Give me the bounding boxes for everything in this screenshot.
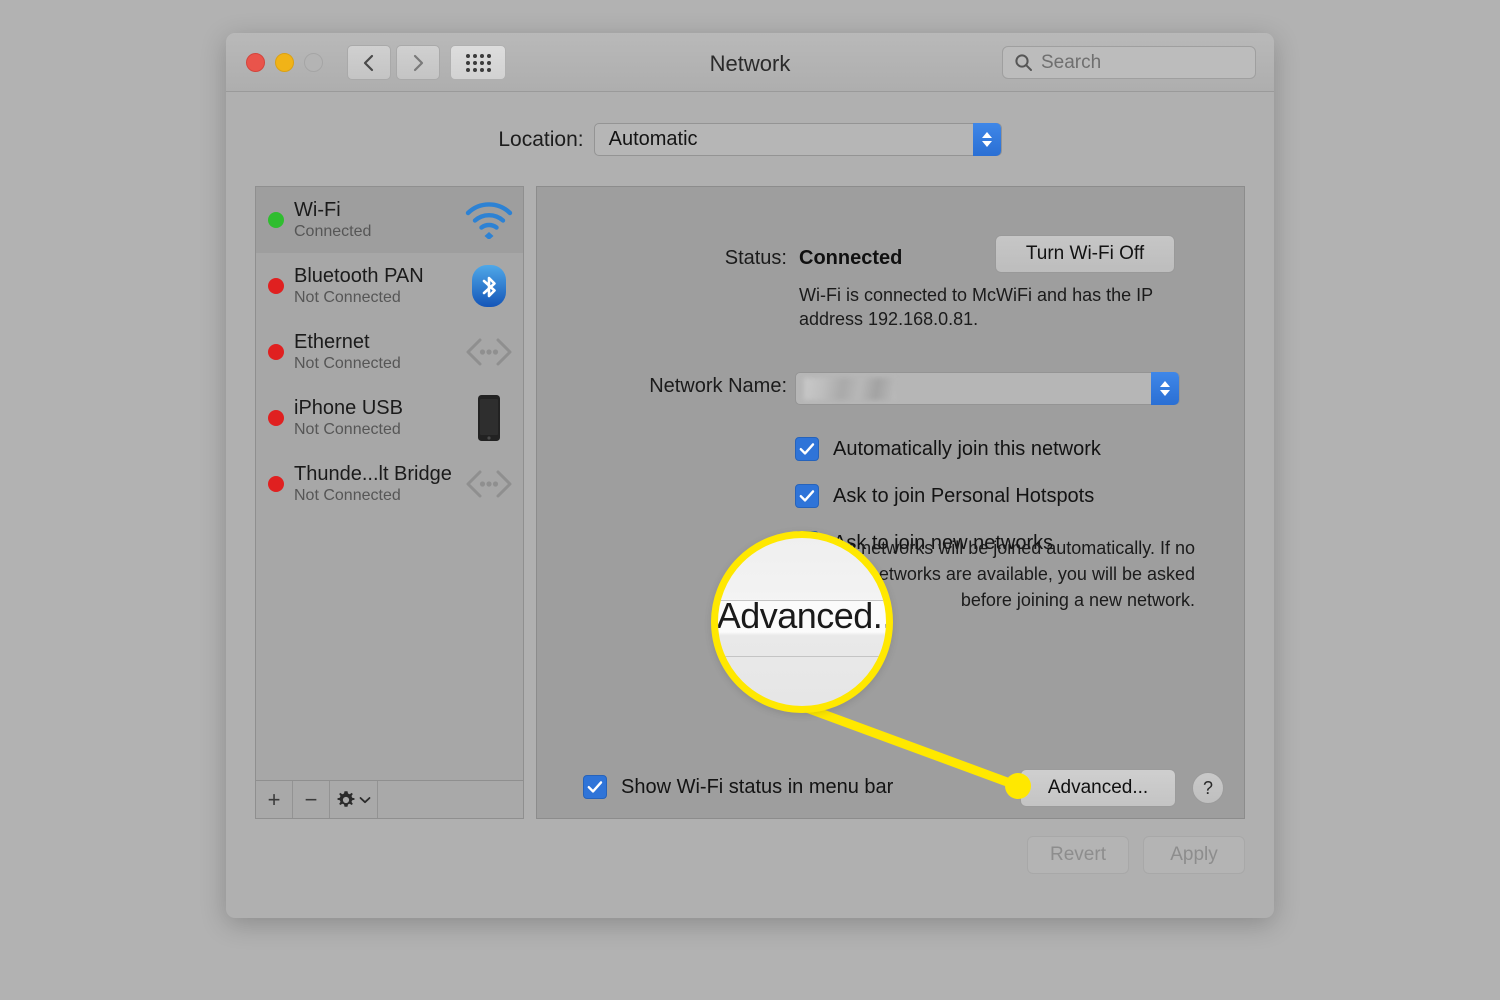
checkbox-label: Automatically join this network — [833, 437, 1101, 460]
turn-wifi-off-button[interactable]: Turn Wi-Fi Off — [995, 235, 1175, 273]
network-name-dropdown[interactable] — [795, 372, 1180, 405]
checkbox-box — [583, 775, 607, 799]
checkbox-auto-join[interactable]: Automatically join this network — [795, 437, 1101, 461]
apply-button[interactable]: Apply — [1143, 836, 1245, 874]
search-placeholder: Search — [1041, 51, 1102, 73]
service-actions-button[interactable] — [330, 781, 378, 818]
network-services-list: Wi-Fi Connected Bluetooth PAN Not Connec… — [256, 187, 523, 780]
window-footer-buttons: Revert Apply — [1027, 836, 1245, 874]
status-indicator-dot — [268, 344, 284, 360]
checkmark-icon — [799, 490, 815, 502]
revert-button[interactable]: Revert — [1027, 836, 1129, 874]
advanced-button[interactable]: Advanced... — [1020, 769, 1176, 807]
service-state: Not Connected — [294, 288, 401, 306]
wifi-detail-panel: Status: Connected Turn Wi-Fi Off Wi-Fi i… — [536, 186, 1245, 819]
checkmark-icon — [587, 781, 603, 793]
checkbox-menu-bar-status[interactable]: Show Wi-Fi status in menu bar — [583, 775, 893, 799]
status-indicator-dot — [268, 410, 284, 426]
status-indicator-dot — [268, 476, 284, 492]
service-state: Connected — [294, 222, 372, 240]
remove-service-button[interactable]: − — [293, 781, 330, 818]
checkmark-icon — [799, 443, 815, 455]
screenshot-stage: Network Search Location: Automatic Wi-Fi… — [0, 0, 1500, 1000]
service-name: Wi-Fi — [294, 198, 341, 221]
status-description: Wi-Fi is connected to McWiFi and has the… — [799, 285, 1153, 330]
location-dropdown[interactable]: Automatic — [593, 123, 1002, 156]
status-label: Status: — [724, 247, 787, 269]
location-row: Location: Automatic — [226, 123, 1274, 156]
service-state: Not Connected — [294, 354, 401, 372]
sidebar-item-bluetooth-pan[interactable]: Bluetooth PAN Not Connected — [256, 253, 523, 319]
sidebar-item-wifi[interactable]: Wi-Fi Connected — [256, 187, 523, 253]
ethernet-icon — [461, 467, 517, 501]
service-name: Ethernet — [294, 330, 370, 353]
network-name-redacted-value — [804, 378, 896, 400]
service-state: Not Connected — [294, 486, 401, 504]
network-name-stepper-arrows[interactable] — [1151, 372, 1179, 405]
status-value: Connected — [799, 247, 903, 269]
wifi-icon — [461, 201, 517, 239]
ethernet-icon — [461, 335, 517, 369]
checkbox-box — [795, 437, 819, 461]
iphone-icon — [461, 393, 517, 443]
network-preferences-window: Network Search Location: Automatic Wi-Fi… — [226, 33, 1274, 918]
sidebar-item-ethernet[interactable]: Ethernet Not Connected — [256, 319, 523, 385]
bluetooth-icon — [461, 263, 517, 309]
location-stepper-arrows[interactable] — [972, 123, 1001, 156]
service-name: Thunde...lt Bridge — [294, 462, 452, 485]
service-state: Not Connected — [294, 420, 401, 438]
checkbox-personal-hotspots[interactable]: Ask to join Personal Hotspots — [795, 484, 1094, 508]
gear-icon — [337, 790, 355, 807]
network-name-label: Network Name: — [649, 375, 787, 397]
checkbox-label: Ask to join Personal Hotspots — [833, 484, 1095, 507]
status-indicator-dot — [268, 212, 284, 228]
network-services-sidebar: Wi-Fi Connected Bluetooth PAN Not Connec… — [255, 186, 524, 819]
service-name: Bluetooth PAN — [294, 264, 424, 287]
checkbox-box — [795, 484, 819, 508]
location-selected-value: Automatic — [608, 128, 698, 150]
sidebar-footer-toolbar: + − — [256, 780, 523, 818]
magnified-advanced-label: Advanced... — [716, 595, 893, 636]
service-name: iPhone USB — [294, 396, 403, 419]
status-indicator-dot — [268, 278, 284, 294]
checkbox-label: Show Wi-Fi status in menu bar — [621, 775, 894, 798]
callout-endpoint-dot — [1005, 773, 1031, 799]
help-button[interactable]: ? — [1192, 772, 1224, 804]
window-titlebar: Network Search — [226, 33, 1274, 92]
add-service-button[interactable]: + — [256, 781, 293, 818]
chevron-down-icon — [359, 796, 371, 803]
location-label: Location: — [498, 127, 584, 151]
sidebar-item-thunderbolt-bridge[interactable]: Thunde...lt Bridge Not Connected — [256, 451, 523, 517]
search-field[interactable]: Search — [1002, 46, 1256, 79]
search-icon — [1015, 54, 1032, 71]
magnifier-callout: Advanced... — [711, 531, 893, 713]
sidebar-item-iphone-usb[interactable]: iPhone USB Not Connected — [256, 385, 523, 451]
